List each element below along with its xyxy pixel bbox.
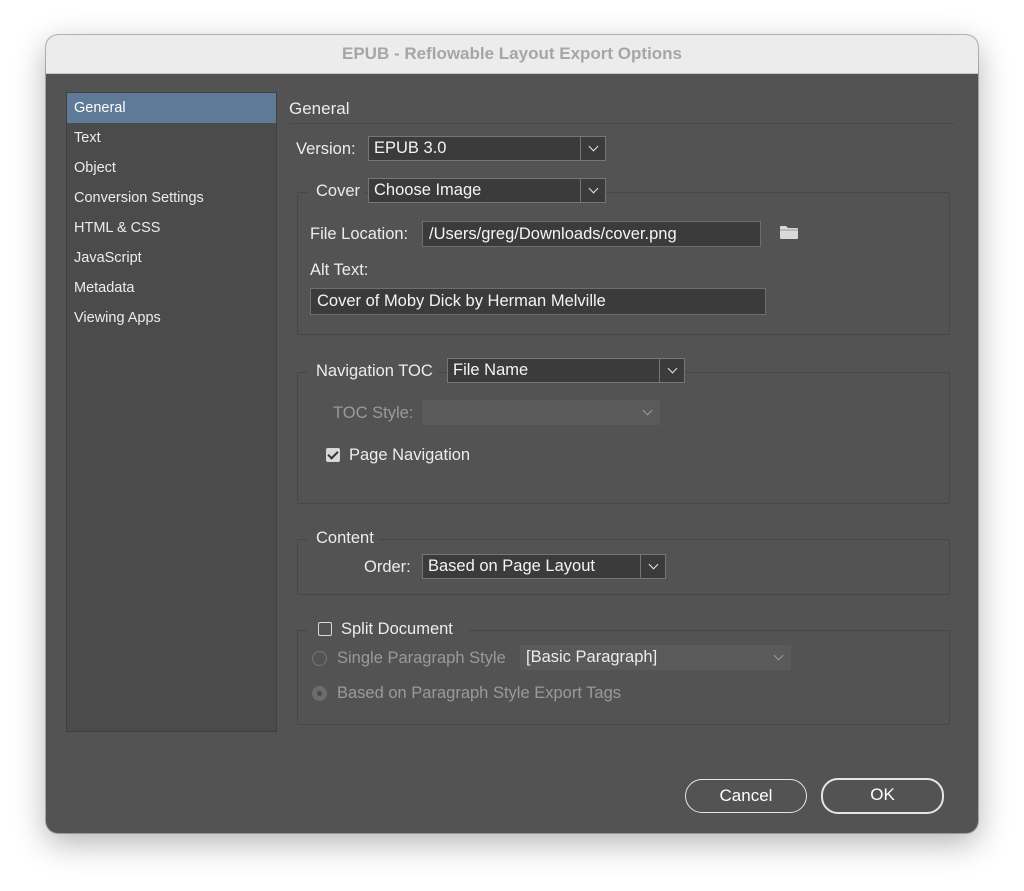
single-paragraph-style-radio[interactable] bbox=[312, 651, 327, 666]
chevron-down-icon bbox=[580, 137, 605, 160]
page-navigation-checkbox[interactable] bbox=[326, 448, 340, 462]
toc-style-label: TOC Style: bbox=[333, 404, 414, 422]
file-location-label: File Location: bbox=[310, 225, 409, 243]
navigation-toc-label: Navigation TOC bbox=[308, 362, 438, 381]
window-title: EPUB - Reflowable Layout Export Options bbox=[46, 35, 978, 74]
sidebar-item-text[interactable]: Text bbox=[67, 123, 276, 153]
order-dropdown[interactable]: Based on Page Layout bbox=[422, 554, 666, 579]
panel-title: General bbox=[289, 99, 350, 118]
alt-text-field[interactable]: Cover of Moby Dick by Herman Melville bbox=[310, 288, 766, 315]
export-tags-label: Based on Paragraph Style Export Tags bbox=[337, 684, 622, 702]
cover-value: Choose Image bbox=[374, 181, 482, 199]
cover-label: Cover bbox=[308, 182, 366, 201]
version-value: EPUB 3.0 bbox=[374, 139, 447, 157]
sidebar-item-general[interactable]: General bbox=[67, 93, 276, 123]
chevron-down-icon bbox=[766, 646, 790, 669]
chevron-down-icon bbox=[640, 555, 665, 578]
sidebar-item-conversion-settings[interactable]: Conversion Settings bbox=[67, 183, 276, 213]
paragraph-style-value: [Basic Paragraph] bbox=[526, 648, 658, 666]
content-label: Content bbox=[308, 529, 379, 548]
split-document-checkbox[interactable] bbox=[318, 622, 332, 636]
cover-dropdown[interactable]: Choose Image bbox=[368, 178, 606, 203]
split-document-label: Split Document bbox=[341, 620, 453, 638]
navigation-toc-value: File Name bbox=[453, 361, 529, 379]
chevron-down-icon bbox=[635, 401, 659, 424]
single-paragraph-style-label: Single Paragraph Style bbox=[337, 649, 506, 667]
ok-button[interactable]: OK bbox=[821, 778, 944, 814]
toc-style-dropdown[interactable] bbox=[422, 400, 660, 425]
file-location-field[interactable]: /Users/greg/Downloads/cover.png bbox=[422, 221, 761, 247]
order-value: Based on Page Layout bbox=[428, 557, 595, 575]
navigation-toc-dropdown[interactable]: File Name bbox=[447, 358, 685, 383]
folder-icon[interactable] bbox=[779, 224, 799, 240]
sidebar-item-viewing-apps[interactable]: Viewing Apps bbox=[67, 303, 276, 333]
export-tags-radio[interactable] bbox=[312, 686, 327, 701]
paragraph-style-dropdown[interactable]: [Basic Paragraph] bbox=[520, 645, 791, 670]
sidebar-item-metadata[interactable]: Metadata bbox=[67, 273, 276, 303]
title-divider bbox=[289, 123, 955, 124]
version-dropdown[interactable]: EPUB 3.0 bbox=[368, 136, 606, 161]
sidebar: General Text Object Conversion Settings … bbox=[66, 92, 277, 732]
export-options-dialog: EPUB - Reflowable Layout Export Options … bbox=[46, 35, 978, 833]
sidebar-item-javascript[interactable]: JavaScript bbox=[67, 243, 276, 273]
navigation-group bbox=[297, 372, 950, 504]
chevron-down-icon bbox=[580, 179, 605, 202]
sidebar-item-object[interactable]: Object bbox=[67, 153, 276, 183]
chevron-down-icon bbox=[659, 359, 684, 382]
sidebar-item-html-css[interactable]: HTML & CSS bbox=[67, 213, 276, 243]
alt-text-label: Alt Text: bbox=[310, 261, 369, 279]
version-label: Version: bbox=[296, 140, 356, 158]
page-navigation-label: Page Navigation bbox=[349, 446, 471, 464]
order-label: Order: bbox=[364, 558, 411, 576]
cancel-button[interactable]: Cancel bbox=[685, 779, 807, 813]
